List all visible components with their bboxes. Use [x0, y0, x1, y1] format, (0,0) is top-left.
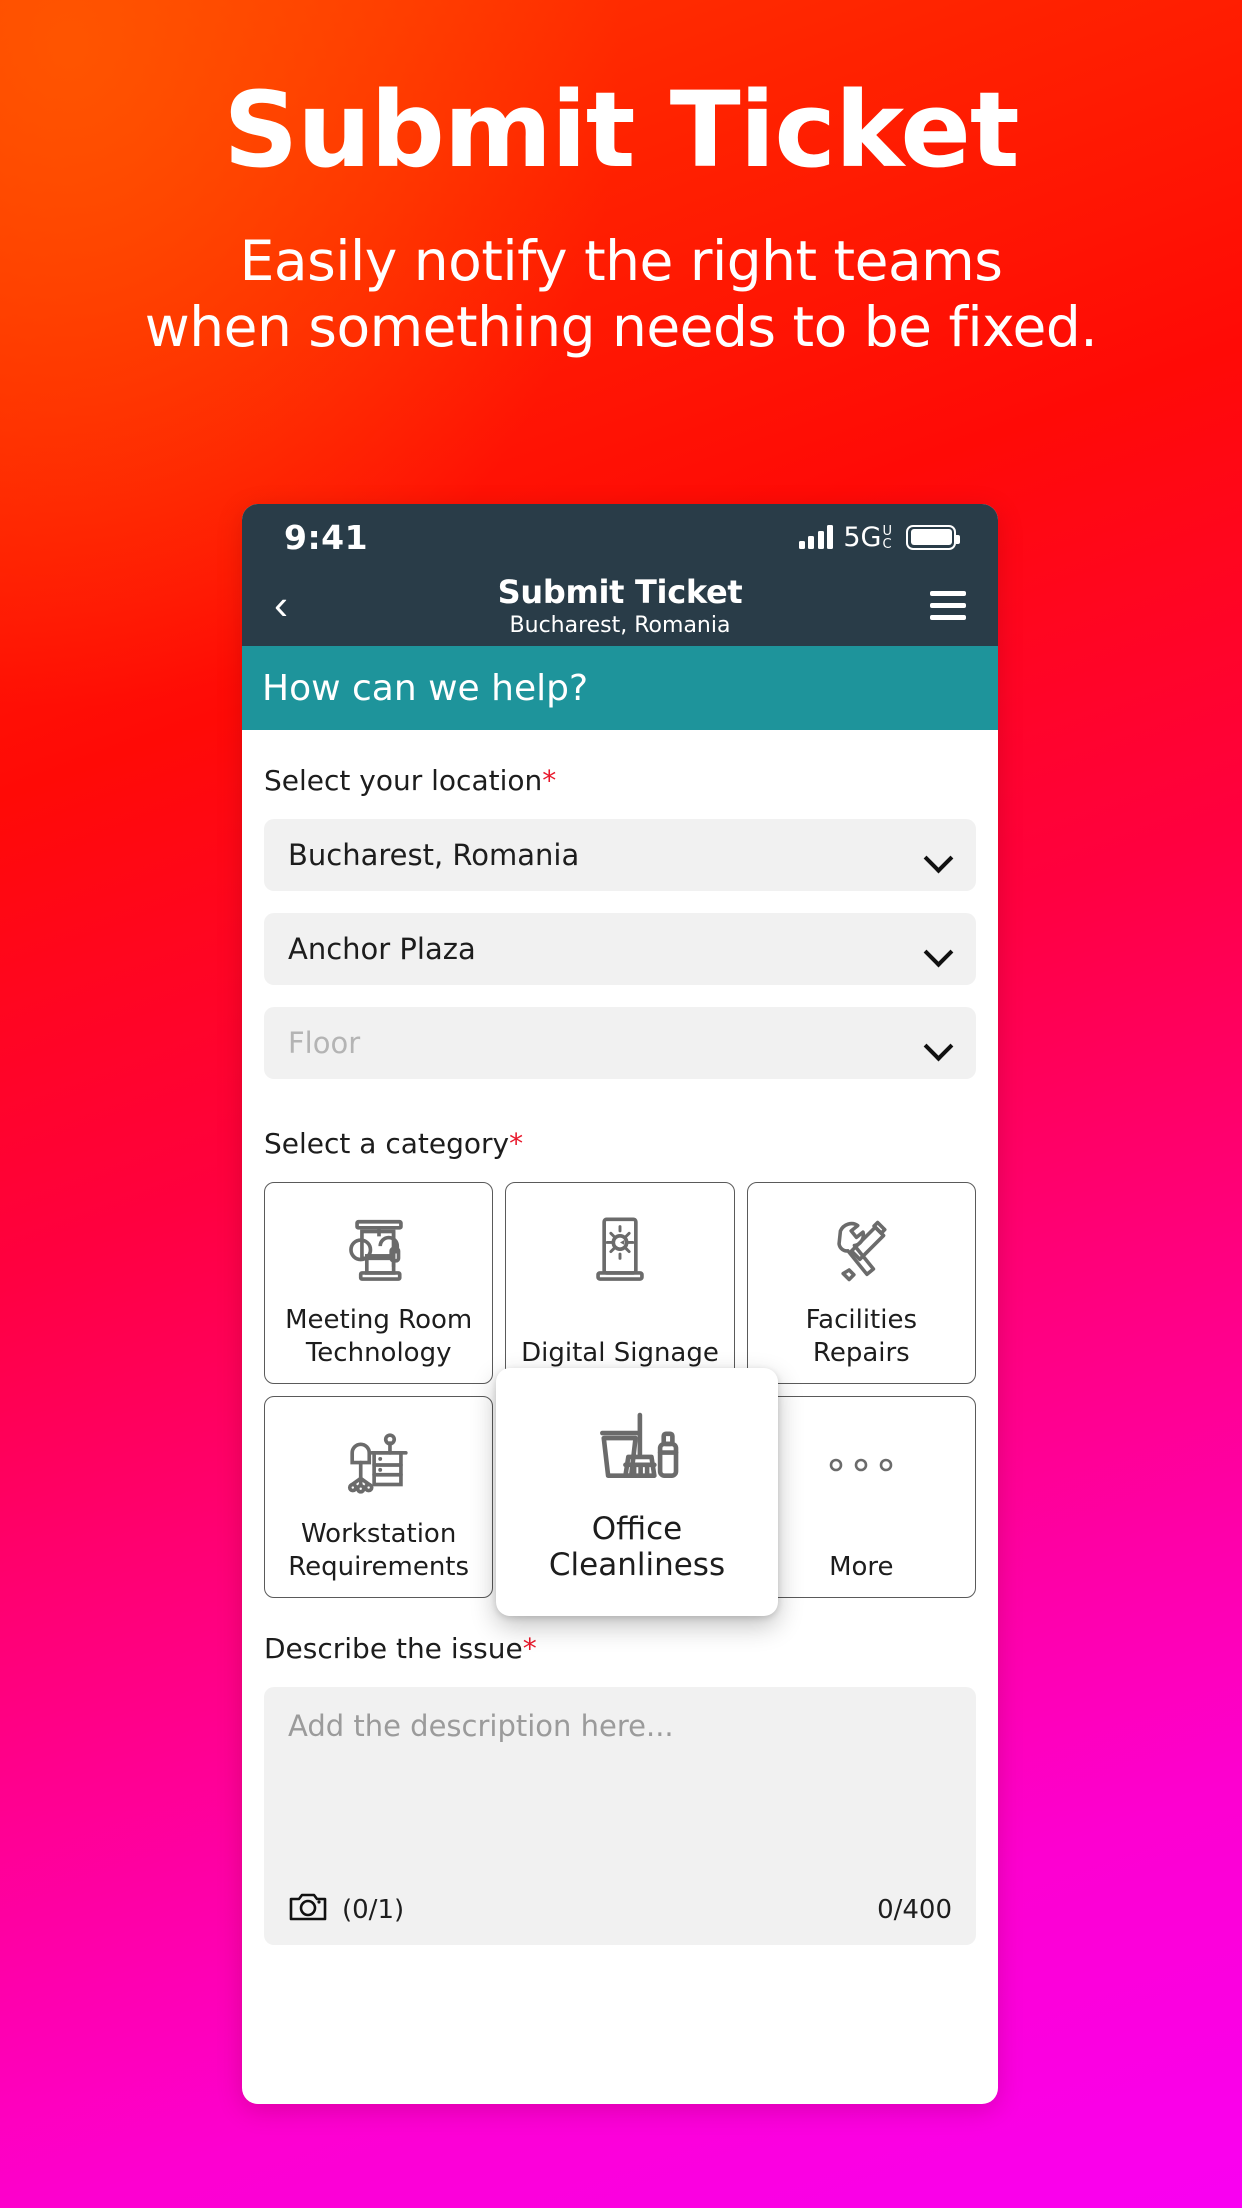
desk-chair-icon	[340, 1417, 418, 1513]
page-subtitle: Bucharest, Romania	[509, 612, 731, 638]
cleaning-supplies-icon	[585, 1402, 689, 1511]
hero-section: Submit Ticket Easily notify the right te…	[0, 0, 1242, 360]
app-navbar: ‹ Submit Ticket Bucharest, Romania	[242, 564, 998, 646]
category-card-workstation-requirements[interactable]: Workstation Requirements	[264, 1396, 494, 1598]
navbar-titles: Submit Ticket Bucharest, Romania	[242, 573, 998, 638]
signal-bars-icon	[798, 525, 834, 549]
select-floor[interactable]: Floor	[264, 1007, 976, 1079]
hero-title: Submit Ticket	[223, 69, 1019, 191]
description-textarea[interactable]: Add the description here... (0/1) 0/400	[264, 1687, 976, 1945]
select-floor-value: Floor	[288, 1026, 361, 1060]
chevron-down-icon	[926, 1036, 950, 1050]
help-banner-text: How can we help?	[262, 667, 589, 709]
network-suffix-top: U	[882, 523, 892, 539]
network-label: 5G U C	[843, 522, 892, 553]
location-label-text: Select your location	[264, 764, 543, 797]
select-city-value: Bucharest, Romania	[288, 838, 580, 872]
attachment-count: (0/1)	[342, 1894, 405, 1925]
chevron-left-icon[interactable]: ‹	[274, 584, 334, 626]
category-section-label: Select a category*	[264, 1127, 976, 1160]
description-label-text: Describe the issue	[264, 1632, 523, 1665]
help-banner: How can we help?	[242, 646, 998, 730]
hammer-screwdriver-icon	[823, 1203, 899, 1299]
select-building-value: Anchor Plaza	[288, 932, 476, 966]
category-card-meeting-room-technology[interactable]: Meeting Room Technology	[264, 1182, 494, 1384]
category-card-label: Facilities Repairs	[805, 1305, 918, 1368]
network-suffix-bottom: C	[882, 536, 892, 552]
required-asterisk: *	[522, 1632, 537, 1665]
hero-subtitle: Easily notify the right teams when somet…	[0, 182, 1242, 360]
page-title: Submit Ticket	[497, 572, 743, 611]
chevron-down-icon	[926, 942, 950, 956]
description-placeholder: Add the description here...	[288, 1709, 674, 1743]
category-card-more[interactable]: More	[746, 1396, 976, 1598]
description-section-label: Describe the issue*	[264, 1632, 976, 1665]
form-body: Select your location* Bucharest, Romania…	[242, 730, 998, 1945]
required-asterisk: *	[509, 1127, 524, 1160]
status-bar: 9:41 5G U C	[242, 504, 998, 564]
status-bar-clock: 9:41	[284, 517, 369, 557]
three-dots-icon	[823, 1417, 899, 1513]
hamburger-menu-icon[interactable]	[930, 590, 966, 620]
attachment-group[interactable]: (0/1)	[288, 1890, 404, 1929]
category-card-label: Meeting Room Technology	[285, 1305, 473, 1368]
phone-mockup: 9:41 5G U C ‹ Submit Ticket Bucharest, R…	[242, 504, 998, 2104]
hero-subtitle-line-1: Easily notify the right teams	[239, 229, 1003, 293]
select-building[interactable]: Anchor Plaza	[264, 913, 976, 985]
network-type: 5G	[843, 521, 882, 553]
status-bar-indicators: 5G U C	[798, 522, 960, 553]
category-card-label: More	[829, 1551, 894, 1582]
meeting-room-technology-icon	[340, 1203, 418, 1299]
network-suffix: U C	[882, 525, 892, 551]
category-grid-row-1: Meeting Room Technology Digital Signage …	[264, 1182, 976, 1384]
description-footer: (0/1) 0/400	[264, 1890, 976, 1929]
chevron-down-icon	[926, 848, 950, 862]
category-label-text: Select a category	[264, 1127, 510, 1160]
camera-icon[interactable]	[288, 1890, 328, 1929]
character-count: 0/400	[877, 1894, 952, 1925]
category-card-office-cleanliness[interactable]: Office Cleanliness	[496, 1368, 778, 1616]
hero-subtitle-line-2: when something needs to be fixed.	[144, 295, 1098, 359]
category-grid-row-2: Workstation Requirements More Office Cle…	[264, 1368, 976, 1616]
category-card-label: Digital Signage	[521, 1337, 719, 1368]
category-card-digital-signage[interactable]: Digital Signage	[505, 1182, 735, 1384]
category-card-facilities-repairs[interactable]: Facilities Repairs	[746, 1182, 976, 1384]
battery-full-icon	[906, 524, 960, 550]
select-city[interactable]: Bucharest, Romania	[264, 819, 976, 891]
digital-signage-icon	[589, 1203, 651, 1299]
category-card-label: Workstation Requirements	[288, 1519, 470, 1582]
location-section-label: Select your location*	[264, 764, 976, 797]
required-asterisk: *	[542, 764, 557, 797]
category-card-label: Office Cleanliness	[548, 1511, 726, 1583]
description-section: Describe the issue* Add the description …	[264, 1632, 976, 1945]
